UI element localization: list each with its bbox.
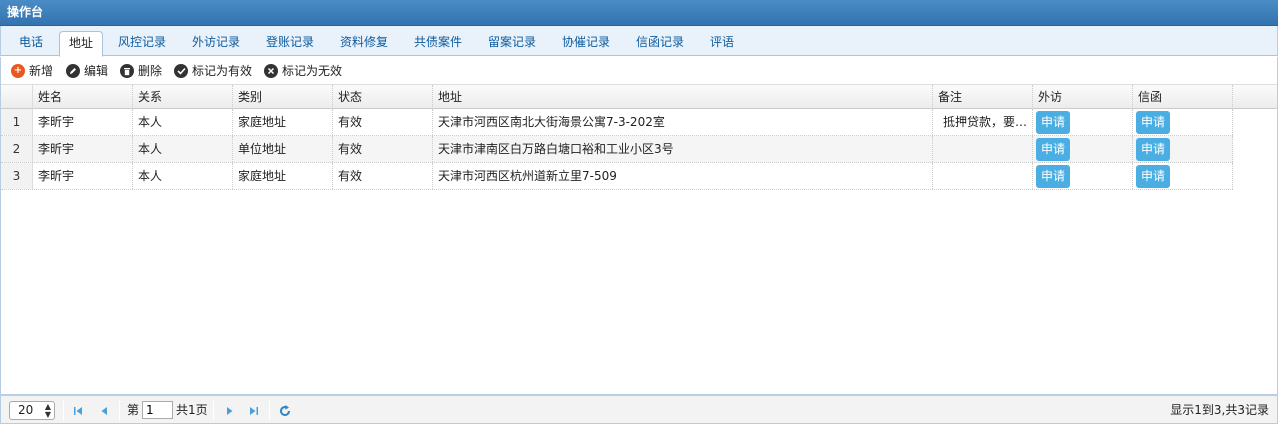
x-circle-icon xyxy=(264,64,278,78)
cell-status: 有效 xyxy=(333,109,433,135)
pagination-bar: 20 ▲▼ 第 共1页 显示1到3,共3记录 xyxy=(0,395,1278,424)
page-size-select[interactable]: 20 ▲ ▼ xyxy=(9,401,55,420)
refresh-icon[interactable] xyxy=(278,404,292,418)
table-row[interactable]: 3 李昕宇 本人 家庭地址 有效 天津市河西区杭州道新立里7-509 申请 申请 xyxy=(1,163,1233,190)
cell-address: 天津市津南区白万路白塘口裕和工业小区3号 xyxy=(433,136,933,162)
pencil-icon xyxy=(66,64,80,78)
cell-relation: 本人 xyxy=(133,163,233,189)
tab-ledger-record[interactable]: 登账记录 xyxy=(259,31,321,56)
edit-label: 编辑 xyxy=(84,64,109,78)
header-name[interactable]: 姓名 xyxy=(33,85,133,109)
cell-note xyxy=(933,136,1033,162)
header-status[interactable]: 状态 xyxy=(333,85,433,109)
row-number: 3 xyxy=(1,163,33,189)
page-number-input[interactable] xyxy=(142,401,173,419)
header-category[interactable]: 类别 xyxy=(233,85,333,109)
apply-letter-button[interactable]: 申请 xyxy=(1136,111,1170,134)
tab-phone[interactable]: 电话 xyxy=(10,31,52,56)
panel-title: 操作台 xyxy=(0,0,1278,26)
apply-visit-button[interactable]: 申请 xyxy=(1036,165,1070,188)
tab-bar: 电话 地址 风控记录 外访记录 登账记录 资料修复 共债案件 留案记录 协催记录… xyxy=(0,26,1278,57)
cell-category: 单位地址 xyxy=(233,136,333,162)
cell-letter: 申请 xyxy=(1133,136,1233,162)
cell-name: 李昕宇 xyxy=(33,109,133,135)
trash-icon xyxy=(120,64,134,78)
pager-separator xyxy=(213,401,214,420)
check-icon xyxy=(174,64,188,78)
cell-visit: 申请 xyxy=(1033,163,1133,189)
cell-relation: 本人 xyxy=(133,109,233,135)
delete-button[interactable]: 删除 xyxy=(120,63,162,79)
address-grid: 姓名 关系 类别 状态 地址 备注 外访 信函 1 李昕宇 本人 家庭地址 有效… xyxy=(0,84,1278,395)
mark-valid-label: 标记为有效 xyxy=(192,64,253,78)
table-row[interactable]: 2 李昕宇 本人 单位地址 有效 天津市津南区白万路白塘口裕和工业小区3号 申请… xyxy=(1,136,1233,163)
mark-invalid-button[interactable]: 标记为无效 xyxy=(264,63,342,79)
tab-data-repair[interactable]: 资料修复 xyxy=(333,31,395,56)
cell-visit: 申请 xyxy=(1033,109,1133,135)
record-info: 显示1到3,共3记录 xyxy=(1170,403,1269,417)
cell-status: 有效 xyxy=(333,163,433,189)
header-note[interactable]: 备注 xyxy=(933,85,1033,109)
cell-letter: 申请 xyxy=(1133,109,1233,135)
cell-letter: 申请 xyxy=(1133,163,1233,189)
cell-name: 李昕宇 xyxy=(33,136,133,162)
cell-address: 天津市河西区杭州道新立里7-509 xyxy=(433,163,933,189)
cell-category: 家庭地址 xyxy=(233,109,333,135)
row-number: 1 xyxy=(1,109,33,135)
page-size-value: 20 xyxy=(18,403,34,417)
page-prefix: 第 xyxy=(127,403,140,417)
pager-separator xyxy=(119,401,120,420)
tab-visit-record[interactable]: 外访记录 xyxy=(185,31,247,56)
delete-label: 删除 xyxy=(138,64,163,78)
apply-letter-button[interactable]: 申请 xyxy=(1136,138,1170,161)
header-visit[interactable]: 外访 xyxy=(1033,85,1133,109)
mark-invalid-label: 标记为无效 xyxy=(282,64,343,78)
tab-address[interactable]: 地址 xyxy=(59,31,103,57)
header-rownum xyxy=(1,85,33,109)
header-address[interactable]: 地址 xyxy=(433,85,933,109)
last-page-icon[interactable] xyxy=(247,404,261,418)
first-page-icon[interactable] xyxy=(71,404,85,418)
tab-risk-control[interactable]: 风控记录 xyxy=(111,31,173,56)
row-number: 2 xyxy=(1,136,33,162)
plus-icon: + xyxy=(11,64,25,78)
updown-arrow-icon: ▲ ▼ xyxy=(44,402,51,419)
apply-visit-button[interactable]: 申请 xyxy=(1036,138,1070,161)
tab-letter-record[interactable]: 信函记录 xyxy=(629,31,691,56)
next-page-icon[interactable] xyxy=(223,404,237,418)
toolbar: + 新增 编辑 删除 标记为有效 标记为无效 xyxy=(0,57,1278,84)
prev-page-icon[interactable] xyxy=(97,404,111,418)
table-row[interactable]: 1 李昕宇 本人 家庭地址 有效 天津市河西区南北大街海景公寓7-3-202室 … xyxy=(1,109,1233,136)
grid-header: 姓名 关系 类别 状态 地址 备注 外访 信函 xyxy=(1,84,1277,109)
cell-note xyxy=(933,163,1033,189)
cell-status: 有效 xyxy=(333,136,433,162)
tab-shared-debt[interactable]: 共债案件 xyxy=(407,31,469,56)
cell-address: 天津市河西区南北大街海景公寓7-3-202室 xyxy=(433,109,933,135)
page-total: 共1页 xyxy=(176,403,208,417)
apply-visit-button[interactable]: 申请 xyxy=(1036,111,1070,134)
tab-retention-record[interactable]: 留案记录 xyxy=(481,31,543,56)
pager-separator xyxy=(269,401,270,420)
tab-comments[interactable]: 评语 xyxy=(703,31,741,56)
apply-letter-button[interactable]: 申请 xyxy=(1136,165,1170,188)
add-button[interactable]: + 新增 xyxy=(11,63,53,79)
mark-valid-button[interactable]: 标记为有效 xyxy=(174,63,252,79)
cell-visit: 申请 xyxy=(1033,136,1133,162)
cell-note: 抵押贷款，要… xyxy=(933,109,1033,135)
header-relation[interactable]: 关系 xyxy=(133,85,233,109)
cell-category: 家庭地址 xyxy=(233,163,333,189)
cell-name: 李昕宇 xyxy=(33,163,133,189)
add-label: 新增 xyxy=(29,64,54,78)
header-letter[interactable]: 信函 xyxy=(1133,85,1233,109)
cell-relation: 本人 xyxy=(133,136,233,162)
tab-collection-record[interactable]: 协催记录 xyxy=(555,31,617,56)
pager-separator xyxy=(63,401,64,420)
edit-button[interactable]: 编辑 xyxy=(66,63,108,79)
